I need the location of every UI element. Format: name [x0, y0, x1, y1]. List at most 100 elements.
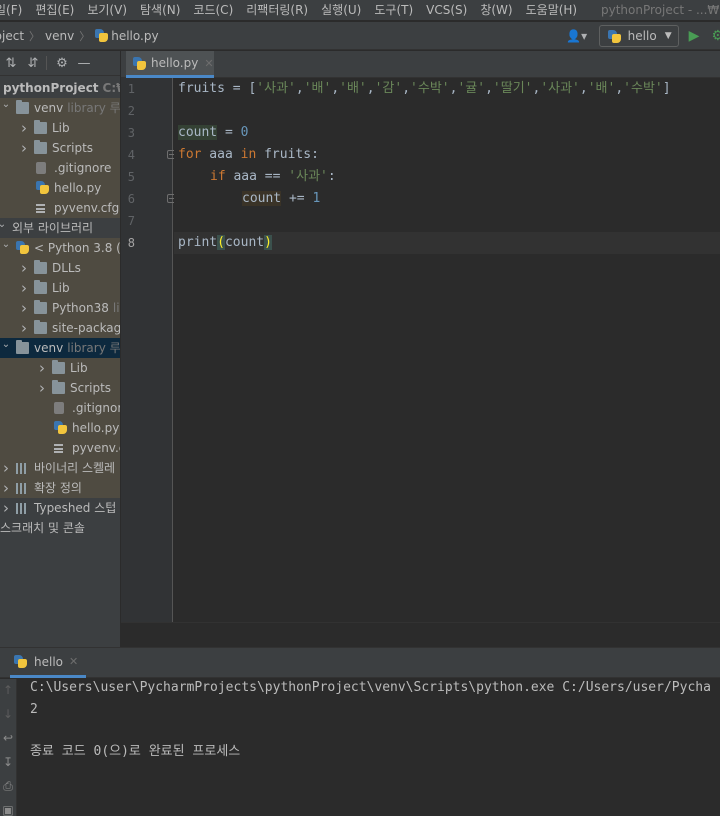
tab-hello-py[interactable]: hello.py ✕	[126, 51, 214, 78]
tree-item-hint: library 루	[67, 341, 120, 355]
line-number: 2	[127, 104, 135, 118]
code-token: aaa ==	[225, 169, 289, 184]
arrow-up-icon[interactable]: ↑	[0, 683, 16, 697]
string-literal: '사과'	[256, 81, 296, 96]
debug-button[interactable]: ⚙	[711, 28, 720, 44]
tree-item[interactable]: hello.py	[0, 178, 120, 198]
folder-icon	[16, 340, 29, 354]
menu-code[interactable]: 코드(C)	[186, 0, 239, 20]
menu-navigate[interactable]: 탐색(N)	[133, 0, 186, 20]
code-line-3: count = 0	[178, 122, 248, 144]
chevron-right-icon[interactable]: ›	[18, 318, 30, 338]
breadcrumb-file[interactable]: hello.py	[111, 29, 158, 43]
python-icon	[607, 29, 621, 43]
tree-item-label: venv library 루	[34, 341, 120, 355]
close-icon[interactable]: ✕	[69, 655, 78, 668]
string-literal: '사과'	[540, 81, 580, 96]
chevron-right-icon[interactable]: ›	[18, 298, 30, 318]
tree-item[interactable]: › Scripts	[0, 378, 120, 398]
tree-item-label: hello.py	[54, 181, 102, 195]
trash-icon[interactable]: ▣	[0, 803, 16, 816]
tree-item[interactable]: › 바이너리 스켈레	[0, 458, 120, 478]
run-config-label: hello	[627, 29, 657, 43]
print-icon[interactable]: ⎙	[0, 779, 16, 794]
run-tab-hello[interactable]: hello ✕	[10, 648, 86, 678]
tree-item-label: 스크래치 및 콘솔	[0, 521, 85, 535]
breadcrumb-venv[interactable]: venv	[45, 29, 74, 43]
chevron-down-icon[interactable]: ⌄	[0, 98, 12, 115]
menu-run[interactable]: 실행(U)	[314, 0, 367, 20]
tree-item[interactable]: › Lib	[0, 118, 120, 138]
code-editor[interactable]: fruits = ['사과','배','배','감','수박','귤','딸기'…	[174, 78, 720, 622]
tree-item[interactable]: pythonProjectC:₩Us	[0, 78, 120, 98]
chevron-right-icon[interactable]: ›	[0, 458, 12, 478]
menu-view[interactable]: 보기(V)	[80, 0, 133, 20]
comma: ,	[402, 81, 411, 96]
tree-item[interactable]: .gitignore	[0, 398, 120, 418]
collapse-all-icon[interactable]: ⇅	[0, 56, 22, 71]
menu-file[interactable]: 일(F)	[0, 0, 28, 20]
arrow-down-icon[interactable]: ↓	[0, 707, 16, 721]
tree-item[interactable]: hello.py	[0, 418, 120, 438]
menu-help[interactable]: 도움말(H)	[519, 0, 584, 20]
caret-down-icon: ▼	[664, 31, 672, 41]
tree-item[interactable]: ⌄ 외부 라이브러리	[0, 218, 120, 238]
window-title: pythonProject - ...₩he	[601, 3, 720, 17]
code-token: :	[327, 169, 336, 184]
chevron-right-icon[interactable]: ›	[36, 378, 48, 398]
tree-item[interactable]: pyvenv.cfg	[0, 198, 120, 218]
tree-item[interactable]: ⌄ < Python 3.8 (venv	[0, 238, 120, 258]
tree-item[interactable]: › Lib	[0, 278, 120, 298]
python-file-icon	[36, 181, 49, 194]
chevron-right-icon[interactable]: ›	[18, 118, 30, 138]
chevron-right-icon[interactable]: ›	[18, 278, 30, 298]
code-line-5: if aaa == '사과':	[210, 166, 336, 188]
scroll-to-end-icon[interactable]: ↧	[0, 755, 16, 769]
line-number: 3	[127, 126, 135, 140]
expand-all-icon[interactable]: ⇵	[22, 56, 44, 71]
run-button[interactable]: ▶	[689, 28, 700, 44]
chevron-right-icon[interactable]: ›	[18, 258, 30, 278]
close-icon[interactable]: ✕	[204, 57, 213, 70]
tree-item[interactable]: 스크래치 및 콘솔	[0, 518, 120, 538]
soft-wrap-icon[interactable]: ↩	[0, 731, 16, 745]
tree-item[interactable]: › Lib	[0, 358, 120, 378]
chevron-right-icon[interactable]: ›	[0, 498, 12, 518]
console-exit-message: 종료 코드 0(으)로 완료된 프로세스	[30, 744, 241, 759]
run-config-select[interactable]: hello ▼	[598, 25, 679, 47]
breadcrumb-project[interactable]: roject	[0, 29, 24, 43]
chevron-right-icon[interactable]: ›	[18, 138, 30, 158]
user-account-button[interactable]: 👤▾	[563, 26, 591, 46]
hide-panel-icon[interactable]: —	[73, 56, 95, 71]
menu-window[interactable]: 창(W)	[473, 0, 518, 20]
tree-item-label: 확장 정의	[34, 481, 82, 495]
tree-item[interactable]: › DLLs	[0, 258, 120, 278]
paren-open: (	[217, 235, 225, 250]
identifier-count: count	[178, 125, 218, 140]
chevron-right-icon[interactable]: ›	[0, 478, 12, 498]
chevron-down-icon[interactable]: ⌄	[0, 338, 12, 355]
tree-item[interactable]: pyvenv.cfg	[0, 438, 120, 458]
tree-item[interactable]: ⌄ venv library 루	[0, 338, 120, 358]
menu-tools[interactable]: 도구(T)	[367, 0, 419, 20]
chevron-down-icon[interactable]: ⌄	[0, 218, 8, 235]
tree-item[interactable]: › 확장 정의	[0, 478, 120, 498]
code-line-4: for aaa in fruits:	[178, 144, 319, 166]
menu-edit[interactable]: 편집(E)	[28, 0, 80, 20]
tree-item[interactable]: › Python38libra	[0, 298, 120, 318]
menu-vcs[interactable]: VCS(S)	[419, 0, 473, 20]
chevron-down-icon[interactable]: ⌄	[0, 238, 12, 255]
menu-refactor[interactable]: 리팩터링(R)	[239, 0, 314, 20]
tree-item[interactable]: › Scripts	[0, 138, 120, 158]
tree-item-label: .gitignore	[72, 401, 120, 415]
tree-item[interactable]: .gitignore	[0, 158, 120, 178]
tree-item[interactable]: › site-packages	[0, 318, 120, 338]
tree-item-label: Typeshed 스텁	[34, 501, 117, 515]
run-toolbar: ↑ ↓ ↩ ↧ ⎙ ▣	[0, 679, 17, 816]
config-file-icon	[54, 444, 63, 453]
console-command-line: C:\Users\user\PycharmProjects\pythonProj…	[30, 680, 711, 695]
tree-item[interactable]: ⌄ venvlibrary 루트	[0, 98, 120, 118]
tree-item[interactable]: › Typeshed 스텁	[0, 498, 120, 518]
chevron-right-icon[interactable]: ›	[36, 358, 48, 378]
gear-icon[interactable]: ⚙	[51, 56, 73, 71]
